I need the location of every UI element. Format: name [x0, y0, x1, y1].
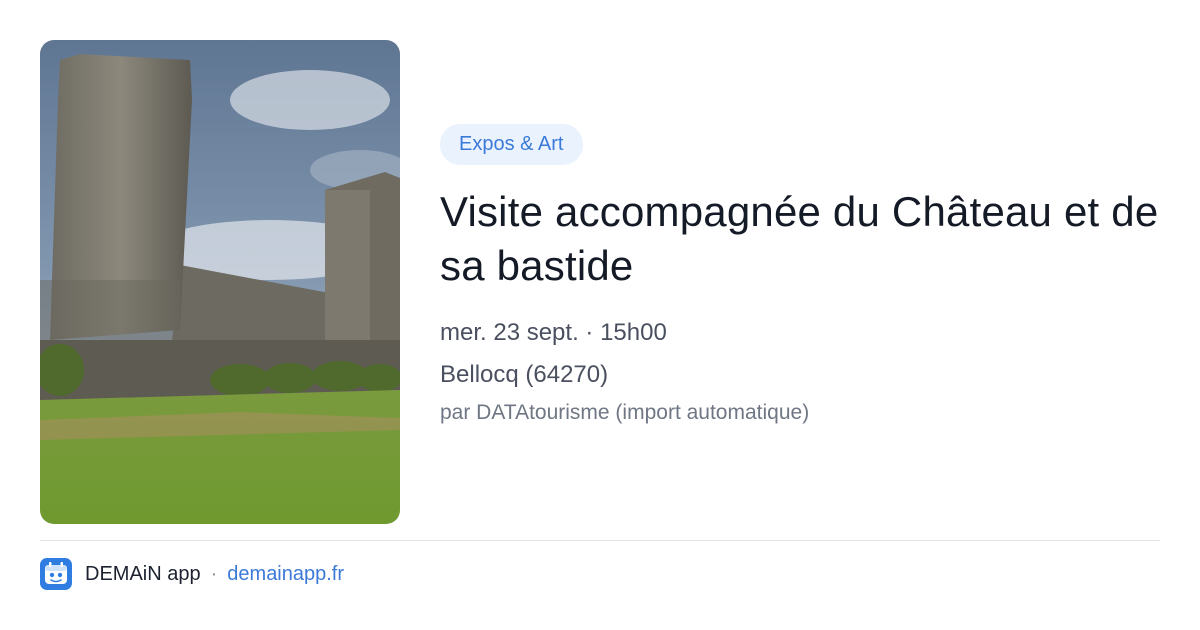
demain-app-logo-icon[interactable] [40, 558, 72, 590]
event-location: Bellocq (64270) [440, 361, 609, 388]
category-badge[interactable]: Expos & Art [440, 124, 583, 165]
footer-separator: · [210, 562, 218, 585]
app-footer: DEMAiN app · demainapp.fr [40, 558, 344, 590]
event-source: par DATAtourisme (import automatique) [440, 401, 810, 424]
castle-photo [40, 40, 400, 524]
event-details: Expos & Art Visite accompagnée du Châtea… [440, 124, 1160, 425]
event-title[interactable]: Visite accompagnée du Château et de sa b… [440, 185, 1160, 293]
footer-divider [40, 540, 1160, 541]
app-website-link[interactable]: demainapp.fr [227, 563, 344, 586]
event-date-time: mer. 23 sept. · 15h00 [440, 319, 667, 346]
event-image[interactable] [40, 40, 400, 524]
app-name: DEMAiN app [85, 562, 201, 585]
